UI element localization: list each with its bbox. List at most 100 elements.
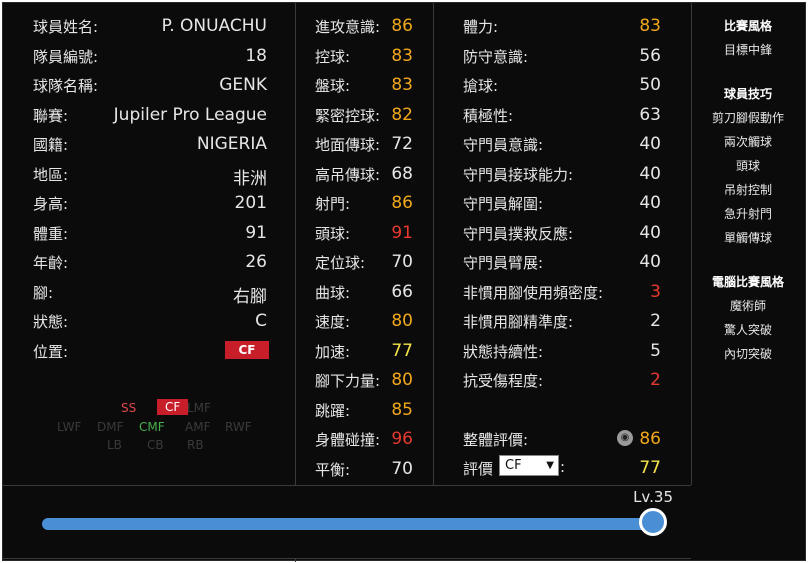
- attribute-row: 抗受傷程度: 2: [433, 365, 691, 394]
- level-slider-track[interactable]: [42, 518, 656, 530]
- ai-style-title: 電腦比賽風格: [711, 275, 784, 289]
- attribute-row: 高吊傳球: 68: [295, 159, 433, 188]
- attribute-label: 定位球:: [315, 254, 366, 272]
- player-card: 球員姓名: P. ONUACHU 隊員編號: 18 球隊名稱: GENK 聯賽:…: [2, 2, 806, 563]
- attribute-label: 搶球:: [463, 77, 499, 95]
- attribute-row: 跳躍: 85: [295, 395, 433, 424]
- attribute-row: 守門員接球能力: 40: [433, 159, 691, 188]
- attribute-row: 非慣用腳精準度: 2: [433, 306, 691, 335]
- ai-style-item: 內切突破: [723, 347, 772, 361]
- attribute-value: 40: [639, 252, 661, 272]
- attribute-label: 頭球:: [315, 225, 351, 243]
- info-label: 身高:: [33, 195, 69, 213]
- attribute-value: 40: [639, 164, 661, 184]
- attribute-row: 守門員解圍: 40: [433, 188, 691, 217]
- position-map-cmf: CMF: [139, 420, 165, 434]
- info-row-height: 身高: 201: [3, 188, 295, 217]
- info-label: 隊員編號:: [33, 48, 99, 66]
- info-label: 國籍:: [33, 136, 69, 154]
- skill-item: 急升射門: [723, 207, 772, 221]
- attribute-value: 66: [391, 282, 413, 302]
- info-value: GENK: [219, 75, 267, 95]
- overall-rating-label: 整體評價:: [463, 431, 529, 449]
- attribute-row: 守門員意識: 40: [433, 129, 691, 158]
- attribute-row: 控球: 83: [295, 41, 433, 70]
- level-slider-handle[interactable]: [639, 508, 667, 536]
- attribute-value: 80: [391, 370, 413, 390]
- skill-item: 剪刀腳假動作: [711, 111, 784, 125]
- attribute-label: 加速:: [315, 343, 351, 361]
- info-label: 體重:: [33, 225, 69, 243]
- position-map-label: AMF: [185, 420, 211, 434]
- attribute-label: 身體碰撞:: [315, 431, 381, 449]
- info-value: 非洲: [233, 169, 267, 189]
- attribute-label: 曲球:: [315, 284, 351, 302]
- attribute-label: 緊密控球:: [315, 107, 381, 125]
- position-map-label: LWF: [57, 420, 82, 434]
- attribute-label: 平衡:: [315, 461, 351, 479]
- skill-item: 吊射控制: [723, 183, 772, 197]
- attribute-row: 速度: 80: [295, 306, 433, 335]
- attribute-row: 身體碰撞: 96: [295, 424, 433, 453]
- divider: [3, 558, 691, 563]
- info-label: 聯賽:: [33, 107, 69, 125]
- attribute-label: 體力:: [463, 18, 499, 36]
- position-map-label: CB: [147, 438, 164, 452]
- attribute-row: 定位球: 70: [295, 247, 433, 276]
- info-row-number: 隊員編號: 18: [3, 41, 295, 70]
- attribute-row: 防守意識: 56: [433, 41, 691, 70]
- playing-style-value: 目標中鋒: [723, 43, 772, 57]
- info-value: 201: [234, 193, 267, 213]
- ai-style-item: 魔術師: [729, 299, 766, 313]
- attribute-value: 3: [650, 282, 661, 302]
- attribute-row: 頭球: 91: [295, 218, 433, 247]
- attribute-row: 搶球: 50: [433, 70, 691, 99]
- attribute-value: 82: [391, 105, 413, 125]
- attribute-value: 50: [639, 75, 661, 95]
- attribute-value: 70: [391, 252, 413, 272]
- ai-style-item: 驚人突破: [723, 323, 772, 337]
- position-select-value: CF: [505, 458, 522, 473]
- position-rating-label: 評價: [463, 460, 494, 478]
- attribute-value: 83: [391, 46, 413, 66]
- position-map-label: RWF: [225, 420, 252, 434]
- attribute-label: 守門員臂展:: [463, 254, 544, 272]
- info-row-foot: 腳: 右腳: [3, 277, 295, 307]
- playing-style-sidebar: 比賽風格 目標中鋒 球員技巧 剪刀腳假動作 兩次觸球 頭球 吊射控制 急升射門 …: [691, 3, 805, 485]
- attribute-value: 83: [391, 75, 413, 95]
- info-value: NIGERIA: [196, 134, 267, 154]
- attribute-row: 平衡: 70: [295, 454, 433, 483]
- attribute-label: 守門員撲救反應:: [463, 225, 574, 243]
- rating-colon: :: [560, 458, 566, 476]
- attribute-label: 速度:: [315, 313, 351, 331]
- attribute-row: 守門員撲救反應: 40: [433, 218, 691, 247]
- divider: [295, 558, 296, 562]
- attribute-label: 控球:: [315, 48, 351, 66]
- player-info-panel: 球員姓名: P. ONUACHU 隊員編號: 18 球隊名稱: GENK 聯賽:…: [3, 3, 296, 485]
- attribute-value: 2: [650, 370, 661, 390]
- position-select[interactable]: CF ▼: [499, 455, 559, 476]
- position-map-label: LMF: [187, 401, 211, 415]
- attribute-value: 63: [639, 105, 661, 125]
- attribute-value: 80: [391, 311, 413, 331]
- level-label: Lv.35: [633, 488, 673, 506]
- attribute-value: 5: [650, 341, 661, 361]
- position-map-label: RB: [187, 438, 204, 452]
- overall-rating-row: 整體評價: ◉ 86: [433, 424, 691, 453]
- attribute-label: 守門員意識:: [463, 136, 544, 154]
- info-label: 年齡:: [33, 254, 69, 272]
- attribute-row: 盤球: 83: [295, 70, 433, 99]
- attribute-row: 非慣用腳使用頻密度: 3: [433, 277, 691, 306]
- attribute-label: 進攻意識:: [315, 18, 381, 36]
- attribute-label: 地面傳球:: [315, 136, 381, 154]
- attribute-value: 2: [650, 311, 661, 331]
- info-row-weight: 體重: 91: [3, 218, 295, 247]
- info-value: 91: [245, 223, 267, 243]
- info-row-team: 球隊名稱: GENK: [3, 70, 295, 99]
- attribute-value: 85: [391, 400, 413, 420]
- attribute-label: 守門員接球能力:: [463, 166, 574, 184]
- attribute-row: 地面傳球: 72: [295, 129, 433, 158]
- info-row-league: 聯賽: Jupiler Pro League: [3, 100, 295, 129]
- info-value: C: [255, 311, 267, 331]
- info-value: P. ONUACHU: [161, 16, 267, 36]
